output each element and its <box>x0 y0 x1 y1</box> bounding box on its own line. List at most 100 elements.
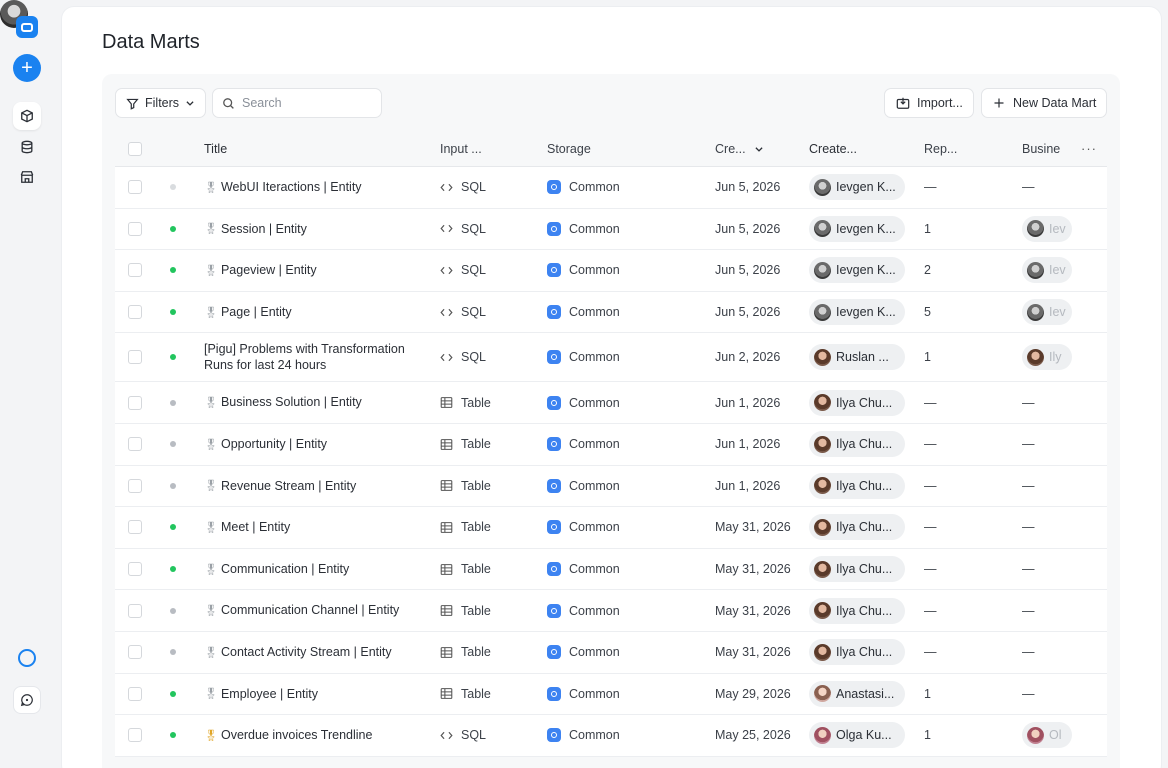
silver-medal-icon: 🎖 <box>204 397 218 410</box>
table-row[interactable]: 🎖 Meet | Entity Table Common May 31, 2026 Ily… <box>115 507 1107 549</box>
new-data-mart-button[interactable]: New Data Mart <box>981 88 1107 118</box>
creator-chip[interactable]: Olga Ku... <box>809 722 905 749</box>
row-checkbox[interactable] <box>128 167 142 208</box>
data-marts-nav-icon[interactable] <box>13 102 41 130</box>
column-header-storage[interactable]: Storage <box>547 131 697 166</box>
creator-chip[interactable]: Ilya Chu... <box>809 389 905 416</box>
row-input-type: SQL <box>440 292 540 333</box>
row-business-owner: Iev <box>1022 292 1102 333</box>
creator-chip[interactable]: Ilya Chu... <box>809 472 905 499</box>
column-header-title[interactable]: Title <box>204 131 424 166</box>
creator-name: Olga Ku... <box>836 728 892 743</box>
row-checkbox[interactable] <box>128 507 142 548</box>
creator-chip[interactable]: Ievgen K... <box>809 257 905 284</box>
row-checkbox[interactable] <box>128 382 142 423</box>
row-title-cell[interactable]: 🎖 Meet | Entity <box>204 507 424 548</box>
row-checkbox[interactable] <box>128 632 142 673</box>
business-owner-empty: — <box>1022 520 1035 535</box>
row-title: [Pigu] Problems with Transformation Runs… <box>204 341 405 373</box>
row-title-cell[interactable]: 🎖 Opportunity | Entity <box>204 424 424 465</box>
table-row[interactable]: [Pigu] Problems with Transformation Runs… <box>115 333 1107 383</box>
row-creator: Ievgen K... <box>809 209 909 250</box>
table-row[interactable]: 🎖 Opportunity | Entity Table Common Jun 1, 2… <box>115 423 1107 466</box>
creator-chip[interactable]: Ilya Chu... <box>809 639 905 666</box>
row-title-cell[interactable]: 🎖 Communication | Entity <box>204 549 424 590</box>
column-header-input[interactable]: Input ... <box>440 131 540 166</box>
row-created-date: May 31, 2026 <box>715 645 791 660</box>
business-owner-chip[interactable]: Iev <box>1022 299 1072 326</box>
column-header-creator[interactable]: Create... <box>809 131 909 166</box>
row-reports-count: — <box>924 645 937 660</box>
row-title-cell[interactable]: 🎖 Employee | Entity <box>204 674 424 715</box>
bigquery-icon <box>547 728 561 743</box>
table-row[interactable]: 🎖 Contact Activity Stream | Entity Table Co… <box>115 631 1107 674</box>
row-business-owner: — <box>1022 167 1102 208</box>
filter-icon <box>126 98 139 110</box>
creator-chip[interactable]: Ilya Chu... <box>809 514 905 541</box>
row-title-cell[interactable]: 🎖 Revenue Stream | Entity <box>204 466 424 507</box>
table-row[interactable]: 🎖 Communication | Entity Table Common May 31… <box>115 548 1107 591</box>
row-title-cell[interactable]: 🎖 Contact Activity Stream | Entity <box>204 632 424 673</box>
table-row[interactable]: 🎖 Employee | Entity Table Common May 29, 202… <box>115 673 1107 716</box>
storage-label: Common <box>569 263 620 278</box>
table-row[interactable]: 🎖 Business Solution | Entity Table Common Ju… <box>115 382 1107 424</box>
row-title-cell[interactable]: [Pigu] Problems with Transformation Runs… <box>204 333 424 381</box>
table-row[interactable]: 🎖 Revenue Stream | Entity Table Common Jun 1… <box>115 465 1107 508</box>
creator-chip[interactable]: Ilya Chu... <box>809 556 905 583</box>
table-row[interactable]: 🎖 Session | Entity SQL Common Jun 5, 2026 Iev… <box>115 208 1107 251</box>
row-checkbox[interactable] <box>128 715 142 756</box>
column-header-created[interactable]: Cre... <box>715 131 805 166</box>
row-reports-count: 1 <box>924 728 931 743</box>
row-checkbox[interactable] <box>128 209 142 250</box>
import-button[interactable]: Import... <box>884 88 974 118</box>
business-owner-chip[interactable]: Ol <box>1022 722 1072 749</box>
app-logo-icon[interactable] <box>13 13 41 41</box>
table-row[interactable]: 🎖 Pageview | Entity SQL Common Jun 5, 2026 Ie… <box>115 250 1107 292</box>
row-checkbox[interactable] <box>128 333 142 381</box>
storage-label: Common <box>569 221 620 236</box>
creator-chip[interactable]: Ilya Chu... <box>809 431 905 458</box>
create-new-button[interactable]: + <box>13 54 41 82</box>
row-checkbox[interactable] <box>128 292 142 333</box>
row-title-cell[interactable]: 🎖 Communication Channel | Entity <box>204 590 424 631</box>
row-title-cell[interactable]: 🎖 Page | Entity <box>204 292 424 333</box>
database-nav-icon[interactable] <box>13 133 41 161</box>
status-ring-icon[interactable] <box>13 644 41 672</box>
row-checkbox[interactable] <box>128 250 142 291</box>
chat-icon[interactable] <box>13 686 41 714</box>
creator-chip[interactable]: Ievgen K... <box>809 299 905 326</box>
creator-chip[interactable]: Ruslan ... <box>809 344 905 371</box>
row-title-cell[interactable]: 🎖 Overdue invoices Trendline <box>204 715 424 756</box>
row-created-date: May 31, 2026 <box>715 562 791 577</box>
business-owner-chip[interactable]: Ily <box>1022 344 1072 371</box>
business-owner-chip[interactable]: Iev <box>1022 257 1072 284</box>
filters-button[interactable]: Filters <box>115 88 206 118</box>
row-title-cell[interactable]: 🎖 Session | Entity <box>204 209 424 250</box>
row-created-date: May 29, 2026 <box>715 686 791 701</box>
business-owner-chip[interactable]: Iev <box>1022 215 1072 242</box>
column-header-reports[interactable]: Rep... <box>924 131 964 166</box>
row-title-cell[interactable]: 🎖 WebUI Iteractions | Entity <box>204 167 424 208</box>
storefront-nav-icon[interactable] <box>13 163 41 191</box>
row-title-cell[interactable]: 🎖 Business Solution | Entity <box>204 382 424 423</box>
table-row[interactable]: 🎖 Communication Channel | Entity Table Comm… <box>115 590 1107 632</box>
creator-chip[interactable]: Ievgen K... <box>809 215 905 242</box>
bigquery-icon <box>547 180 561 195</box>
creator-chip[interactable]: Anastasi... <box>809 680 905 707</box>
sort-chevron-down-icon[interactable] <box>754 144 764 154</box>
select-all-checkbox[interactable] <box>128 131 142 166</box>
row-checkbox[interactable] <box>128 674 142 715</box>
table-row[interactable]: 🎖 Page | Entity SQL Common Jun 5, 2026 Ievgen… <box>115 291 1107 334</box>
search-input[interactable]: Search <box>212 88 382 118</box>
table-row[interactable]: 🎖 Overdue invoices Trendline SQL Common May … <box>115 715 1107 757</box>
row-checkbox[interactable] <box>128 466 142 507</box>
row-checkbox[interactable] <box>128 590 142 631</box>
row-checkbox[interactable] <box>128 424 142 465</box>
avatar <box>814 348 831 366</box>
row-checkbox[interactable] <box>128 549 142 590</box>
row-title-cell[interactable]: 🎖 Pageview | Entity <box>204 250 424 291</box>
table-row[interactable]: 🎖 WebUI Iteractions | Entity SQL Common Jun … <box>115 167 1107 209</box>
column-options-icon[interactable]: ··· <box>1081 131 1103 166</box>
creator-chip[interactable]: Ilya Chu... <box>809 597 905 624</box>
creator-chip[interactable]: Ievgen K... <box>809 174 905 201</box>
